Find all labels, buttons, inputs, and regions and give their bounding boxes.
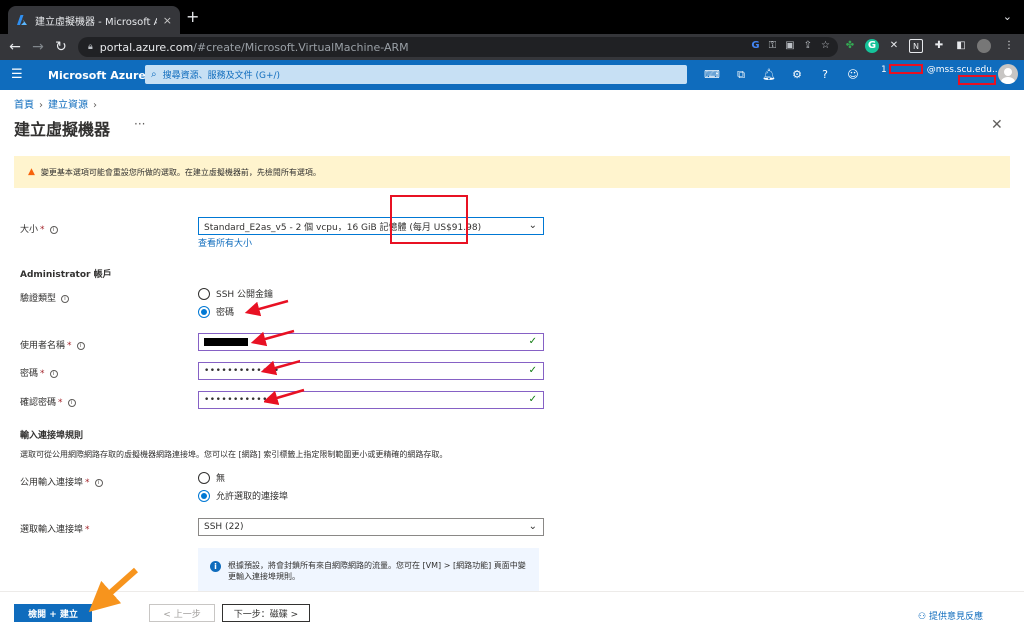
- info-callout: i 根據預設，將會封鎖所有來自網際網路的流量。您可在 [VM] > [網路功能]…: [198, 548, 539, 592]
- url-host: portal.azure.com: [99, 40, 194, 54]
- browser-tabstrip: 建立虛擬機器 - Microsoft Azure × + ⌄: [0, 0, 1024, 34]
- auth-radio-password[interactable]: 密碼: [198, 305, 234, 318]
- tab-search-chevron-icon[interactable]: ⌄: [1003, 10, 1012, 23]
- radio-ssh-icon: [198, 287, 210, 300]
- inbound-rules-description: 選取可從公用網際網路存取的虛擬機器網路連接埠。您可以在 [網路] 索引標籤上指定…: [20, 450, 448, 459]
- annotation-redbox-username: [889, 64, 923, 74]
- info-icon: i: [67, 398, 76, 407]
- check-icon: ✓: [528, 394, 537, 405]
- size-dropdown[interactable]: Standard_E2as_v5 - 2 個 vcpu，16 GiB 記憶體 (…: [198, 217, 544, 235]
- notifications-bell-icon[interactable]: 🔔︎: [762, 68, 776, 82]
- browser-tab[interactable]: 建立虛擬機器 - Microsoft Azure ×: [8, 6, 180, 34]
- profile-avatar-icon[interactable]: [977, 39, 991, 53]
- password-label: 密碼 * i: [20, 366, 58, 379]
- public-ports-radio-allow[interactable]: 允許選取的連接埠: [198, 489, 288, 502]
- see-all-sizes-link[interactable]: 查看所有大小: [198, 236, 252, 249]
- confirm-password-label: 確認密碼 * i: [20, 395, 76, 408]
- breadcrumb-create-resource[interactable]: 建立資源: [48, 100, 88, 111]
- public-ports-label: 公用輸入連接埠 * i: [20, 475, 103, 488]
- user-avatar[interactable]: [998, 64, 1018, 84]
- extension-leaf-icon[interactable]: ✤: [843, 39, 857, 53]
- azure-header: ☰ Microsoft Azure ⌕ 搜尋資源、服務及文件 (G+/) ⌨ ⧉…: [0, 60, 1024, 90]
- give-feedback-link[interactable]: ⚇ 提供意見反應: [918, 609, 983, 622]
- select-ports-label: 選取輸入連接埠 *: [20, 525, 90, 535]
- size-label: 大小 * i: [20, 222, 58, 235]
- redacted-username: [204, 338, 248, 346]
- admin-section-heading: Administrator 帳戶: [20, 270, 112, 280]
- public-ports-radio-none[interactable]: 無: [198, 471, 225, 484]
- extensions-puzzle-icon[interactable]: ✚: [932, 39, 946, 53]
- grammarly-icon[interactable]: G: [865, 39, 879, 53]
- annotation-redbox-directory: [958, 75, 996, 85]
- address-bar[interactable]: 🔒︎ portal.azure.com/#create/Microsoft.Vi…: [78, 37, 838, 57]
- select-ports-dropdown[interactable]: SSH (22) ⌄: [198, 518, 544, 536]
- chevron-down-icon: ⌄: [528, 220, 537, 231]
- sidepanel-icon[interactable]: ◧: [954, 39, 968, 53]
- global-search-input[interactable]: ⌕ 搜尋資源、服務及文件 (G+/): [145, 65, 687, 84]
- info-icon: i: [49, 369, 58, 378]
- lock-icon: 🔒︎: [88, 42, 93, 52]
- tab-close-icon[interactable]: ×: [163, 14, 172, 27]
- info-circle-icon: i: [210, 561, 221, 572]
- extension-x-icon[interactable]: ✕: [887, 39, 901, 53]
- radio-password-icon: [198, 305, 210, 318]
- new-tab-icon[interactable]: +: [186, 8, 199, 26]
- check-icon: ✓: [528, 336, 537, 347]
- reload-icon[interactable]: ↻: [52, 38, 70, 56]
- info-callout-text: 根據預設，將會封鎖所有來自網際網路的流量。您可在 [VM] > [網路功能] 頁…: [228, 561, 526, 581]
- close-blade-icon[interactable]: ✕: [991, 117, 1003, 133]
- browser-toolbar: ← → ↻ 🔒︎ portal.azure.com/#create/Micros…: [0, 34, 1024, 60]
- radio-allow-icon: [198, 489, 210, 502]
- cloud-shell-icon[interactable]: ⌨: [704, 68, 720, 82]
- inbound-rules-heading: 輸入連接埠規則: [20, 431, 84, 441]
- annotation-arrow-icon: [264, 388, 305, 406]
- warning-text: 變更基本選項可能會重設您所做的選取。在建立虛擬機器前，先檢閱所有選項。: [40, 167, 321, 177]
- breadcrumb-separator-icon: ›: [93, 100, 97, 111]
- azure-logo-icon: [17, 15, 27, 25]
- breadcrumb-separator-icon: ›: [39, 100, 43, 111]
- bookmark-star-icon[interactable]: ☆: [821, 40, 830, 51]
- more-options-icon[interactable]: ···: [134, 117, 145, 131]
- feedback-icon[interactable]: ☺: [846, 68, 860, 82]
- info-icon: i: [94, 478, 103, 487]
- info-icon: i: [76, 341, 85, 350]
- breadcrumb-home[interactable]: 首頁: [14, 100, 34, 111]
- username-label: 使用者名稱 * i: [20, 338, 85, 351]
- review-create-button[interactable]: 檢閱 + 建立: [14, 604, 92, 622]
- help-icon[interactable]: ?: [818, 68, 832, 82]
- notion-icon[interactable]: N: [909, 39, 923, 53]
- search-placeholder: 搜尋資源、服務及文件 (G+/): [162, 71, 281, 81]
- confirm-password-input[interactable]: ••••••••••••• ✓: [198, 391, 544, 409]
- url-path: /#create/Microsoft.VirtualMachine-ARM: [193, 40, 409, 54]
- settings-gear-icon[interactable]: ⚙: [790, 68, 804, 82]
- annotation-arrow-icon: [244, 299, 300, 376]
- tab-title: 建立虛擬機器 - Microsoft Azure: [35, 16, 157, 28]
- google-icon[interactable]: G: [751, 40, 759, 51]
- search-icon: ⌕: [151, 69, 157, 80]
- share-icon[interactable]: ⇪: [804, 40, 812, 51]
- chevron-down-icon: ⌄: [528, 521, 537, 532]
- key-icon[interactable]: ⚿: [769, 40, 777, 51]
- info-icon: i: [61, 294, 70, 303]
- back-arrow-icon[interactable]: ←: [6, 38, 24, 56]
- page-title: 建立虛擬機器: [14, 120, 111, 139]
- directory-filter-icon[interactable]: ⧉: [734, 68, 748, 82]
- browser-menu-icon[interactable]: ⋮: [1002, 39, 1016, 53]
- feedback-person-icon: ⚇: [918, 612, 927, 622]
- next-disks-button[interactable]: 下一步：磁碟 >: [222, 604, 310, 622]
- breadcrumb: 首頁 › 建立資源 ›: [14, 96, 102, 111]
- forward-arrow-icon[interactable]: →: [29, 38, 47, 56]
- radio-none-icon: [198, 471, 210, 484]
- check-icon: ✓: [528, 365, 537, 376]
- annotation-orange-arrow-icon: [88, 567, 138, 612]
- azure-brand[interactable]: Microsoft Azure: [48, 69, 146, 82]
- auth-type-label: 驗證類型 i: [20, 291, 70, 304]
- warning-icon: ▲: [28, 167, 35, 177]
- hamburger-menu-icon[interactable]: ☰: [11, 68, 23, 81]
- annotation-redbox-price: [390, 195, 468, 244]
- warning-banner: ▲ 變更基本選項可能會重設您所做的選取。在建立虛擬機器前，先檢閱所有選項。: [14, 156, 1010, 188]
- info-icon: i: [49, 225, 58, 234]
- previous-button[interactable]: < 上一步: [149, 604, 215, 622]
- install-app-icon[interactable]: ▣: [785, 40, 794, 51]
